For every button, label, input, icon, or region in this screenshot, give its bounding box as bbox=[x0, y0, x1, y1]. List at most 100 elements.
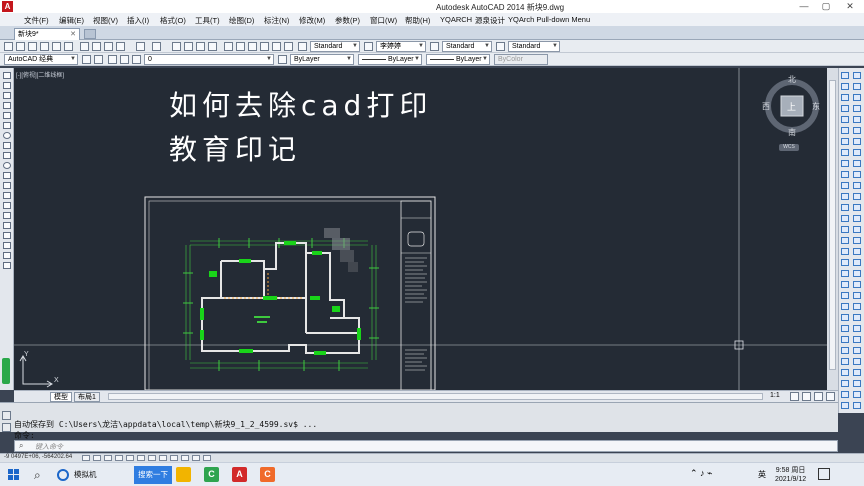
command-line-input[interactable]: ⌕ 键入命令 bbox=[14, 440, 838, 452]
calculator-icon[interactable] bbox=[284, 42, 293, 51]
vertical-scroll-thumb[interactable] bbox=[829, 80, 836, 370]
tab-close-icon[interactable]: ✕ bbox=[70, 29, 76, 40]
dim-update-icon[interactable] bbox=[853, 281, 861, 288]
viewcube-east[interactable]: 东 bbox=[812, 101, 820, 112]
tab-model[interactable]: 模型 bbox=[50, 392, 72, 402]
workspace-settings-icon[interactable] bbox=[82, 55, 91, 64]
dim-continue-icon[interactable] bbox=[853, 182, 861, 189]
hatch-edit-icon[interactable] bbox=[841, 292, 849, 299]
notification-icon[interactable] bbox=[818, 468, 830, 480]
quick-dim-icon[interactable] bbox=[853, 160, 861, 167]
dim-diameter-icon[interactable] bbox=[853, 138, 861, 145]
polyline-icon[interactable] bbox=[3, 92, 11, 99]
tool-palettes-icon[interactable] bbox=[248, 42, 257, 51]
file-explorer-icon[interactable] bbox=[176, 467, 191, 482]
dim-baseline-icon[interactable] bbox=[853, 171, 861, 178]
point-icon[interactable] bbox=[3, 202, 11, 209]
dim-break-icon[interactable] bbox=[853, 204, 861, 211]
redo-icon[interactable] bbox=[152, 42, 161, 51]
ellipse-icon[interactable] bbox=[3, 162, 11, 169]
stretch-icon[interactable] bbox=[841, 160, 849, 167]
text-edit-icon[interactable] bbox=[841, 281, 849, 288]
line-icon[interactable] bbox=[3, 72, 11, 79]
sheet-set-icon[interactable] bbox=[260, 42, 269, 51]
center-mark-icon[interactable] bbox=[853, 226, 861, 233]
tpy-toggle[interactable] bbox=[203, 455, 211, 461]
dim-override-icon[interactable] bbox=[853, 358, 861, 365]
properties-icon[interactable] bbox=[224, 42, 233, 51]
menu-yqarch-pulldown[interactable]: YQArch Pull-down Menu bbox=[508, 15, 590, 24]
zoom-window-icon[interactable] bbox=[196, 42, 205, 51]
jogged-linear-icon[interactable] bbox=[853, 248, 861, 255]
grid-toggle[interactable] bbox=[104, 455, 112, 461]
font-select[interactable]: 李婷婷 ▼ bbox=[376, 41, 426, 52]
lwt-toggle[interactable] bbox=[192, 455, 200, 461]
blend-icon[interactable] bbox=[841, 248, 849, 255]
fillet-icon[interactable] bbox=[841, 237, 849, 244]
layer-walk-icon[interactable] bbox=[841, 358, 849, 365]
windows-start-icon[interactable] bbox=[8, 469, 20, 481]
publish-icon[interactable] bbox=[64, 42, 73, 51]
dim-tedit-icon[interactable] bbox=[853, 402, 861, 409]
dim-text-edit-icon[interactable] bbox=[853, 270, 861, 277]
paste-icon[interactable] bbox=[104, 42, 113, 51]
dim-jogged-icon[interactable] bbox=[853, 127, 861, 134]
tab-layout1[interactable]: 布局1 bbox=[74, 392, 100, 402]
taskbar-browser-label[interactable]: 模拟机 bbox=[74, 466, 97, 484]
close-button[interactable]: ✕ bbox=[842, 0, 858, 13]
explode-icon[interactable] bbox=[841, 259, 849, 266]
vertical-scrollbar[interactable] bbox=[827, 68, 838, 390]
taskbar-clock[interactable]: 9:58 周日 2021/9/12 bbox=[775, 466, 806, 484]
region-icon[interactable] bbox=[3, 232, 11, 239]
layer-properties-icon[interactable] bbox=[94, 55, 103, 64]
pan-icon[interactable] bbox=[172, 42, 181, 51]
dim-jog-icon[interactable] bbox=[853, 391, 861, 398]
minimize-button[interactable]: — bbox=[796, 0, 812, 13]
copy-object-icon[interactable] bbox=[841, 83, 849, 90]
viewcube-top-face[interactable]: 上 bbox=[787, 100, 796, 113]
color-select[interactable]: ByLayer ▼ bbox=[290, 54, 354, 65]
menu-insert[interactable]: 插入(I) bbox=[127, 15, 149, 26]
layer-isolate-icon[interactable] bbox=[841, 380, 849, 387]
layer-select[interactable]: 0 ▼ bbox=[144, 54, 274, 65]
make-current-icon[interactable] bbox=[278, 55, 287, 64]
gradient-icon[interactable] bbox=[3, 222, 11, 229]
mtext-icon[interactable] bbox=[3, 252, 11, 259]
menu-window[interactable]: 窗口(W) bbox=[370, 15, 397, 26]
collect-leader-icon[interactable] bbox=[853, 336, 861, 343]
coordinate-readout[interactable]: -9 0497E+06, -564202.64 bbox=[4, 454, 72, 460]
menu-draw[interactable]: 绘图(D) bbox=[229, 15, 254, 26]
recorder-icon[interactable]: C bbox=[260, 467, 275, 482]
clean-screen-icon[interactable] bbox=[826, 392, 835, 401]
layer-state-icon[interactable] bbox=[108, 55, 117, 64]
dim-style-select[interactable]: Standard ▼ bbox=[442, 41, 492, 52]
browser-icon[interactable] bbox=[57, 469, 69, 481]
new-icon[interactable] bbox=[4, 42, 13, 51]
dim-arc-icon[interactable] bbox=[853, 94, 861, 101]
menu-file[interactable]: 文件(F) bbox=[24, 15, 49, 26]
layer-freeze-tool-icon[interactable] bbox=[841, 402, 849, 409]
dim-radius-icon[interactable] bbox=[853, 116, 861, 123]
command-settings-icon[interactable] bbox=[2, 423, 11, 432]
tolerance-icon[interactable] bbox=[853, 215, 861, 222]
dim-aligned-icon[interactable] bbox=[853, 83, 861, 90]
polar-toggle[interactable] bbox=[126, 455, 134, 461]
otrack-toggle[interactable] bbox=[159, 455, 167, 461]
snap-toggle[interactable] bbox=[93, 455, 101, 461]
table-icon[interactable] bbox=[3, 242, 11, 249]
dim-inspect-icon[interactable] bbox=[853, 380, 861, 387]
menu-yuanquan[interactable]: 源泉设计 bbox=[475, 15, 505, 26]
add-leader-icon[interactable] bbox=[853, 303, 861, 310]
horizontal-scrollbar[interactable] bbox=[108, 393, 763, 400]
zoom-previous-icon[interactable] bbox=[208, 42, 217, 51]
block-editor-icon[interactable] bbox=[841, 325, 849, 332]
new-tab-button[interactable] bbox=[84, 29, 96, 39]
viewcube[interactable]: 北 南 西 东 上 WCS bbox=[762, 74, 826, 154]
hatch-icon[interactable] bbox=[3, 212, 11, 219]
dim-ordinate-icon[interactable] bbox=[853, 105, 861, 112]
construction-line-icon[interactable] bbox=[3, 82, 11, 89]
dim-space-icon[interactable] bbox=[853, 193, 861, 200]
auto-scale-icon[interactable] bbox=[802, 392, 811, 401]
workspace-switch-icon[interactable] bbox=[814, 392, 823, 401]
viewcube-north[interactable]: 北 bbox=[788, 74, 796, 85]
